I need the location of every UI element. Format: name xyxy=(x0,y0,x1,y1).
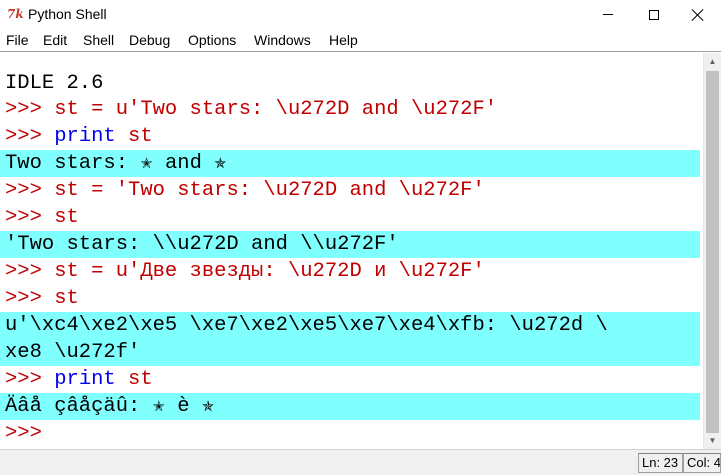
prompt: >>> xyxy=(5,206,55,229)
prompt-line[interactable]: >>> xyxy=(0,420,700,447)
shell-text-area[interactable]: IDLE 2.6 >>> st = u'Two stars: \u272D an… xyxy=(0,53,703,449)
prompt: >>> xyxy=(5,368,55,391)
prompt: >>> xyxy=(5,179,55,202)
output-line: 'Two stars: \\u272D and \\u272F' xyxy=(0,231,700,258)
output-text: Two stars: ✭ and ✯ xyxy=(5,152,227,175)
input-code: st xyxy=(54,206,79,229)
input-line: >>> st = u'Две звезды: \u272D и \u272F' xyxy=(0,258,700,285)
output-text: xe8 \u272f' xyxy=(5,341,141,364)
menu-debug[interactable]: Debug xyxy=(129,32,170,49)
input-code: st xyxy=(115,368,153,391)
banner-text: IDLE 2.6 xyxy=(5,72,104,95)
input-line: >>> print st xyxy=(0,366,700,393)
output-line: u'\xc4\xe2\xe5 \xe7\xe2\xe5\xe7\xe4\xfb:… xyxy=(0,312,700,339)
scroll-down-icon[interactable]: ▼ xyxy=(704,432,721,449)
maximize-button[interactable] xyxy=(631,0,677,29)
scroll-up-icon[interactable]: ▲ xyxy=(704,53,721,70)
prompt: >>> xyxy=(5,125,55,148)
input-code: st = 'Two stars: \u272D and \u272F' xyxy=(54,179,485,202)
input-line: >>> st = 'Two stars: \u272D and \u272F' xyxy=(0,177,700,204)
menu-edit[interactable]: Edit xyxy=(43,32,67,49)
prompt: >>> xyxy=(5,422,42,445)
minimize-button[interactable] xyxy=(585,0,631,29)
output-line: xe8 \u272f' xyxy=(0,339,700,366)
input-code: st xyxy=(54,287,79,310)
close-icon xyxy=(692,9,704,21)
output-text: u'\xc4\xe2\xe5 \xe7\xe2\xe5\xe7\xe4\xfb:… xyxy=(5,314,608,337)
idle-app-icon: 7k xyxy=(7,7,24,21)
menu-options[interactable]: Options xyxy=(188,32,236,49)
input-line: >>> st xyxy=(0,204,700,231)
close-button[interactable] xyxy=(675,0,721,29)
title-bar: 7k Python Shell xyxy=(0,0,721,29)
menu-bar: File Edit Shell Debug Options Windows He… xyxy=(0,29,721,52)
output-line: Äâå çâåçäû: ✭ è ✯ xyxy=(0,393,700,420)
scroll-thumb[interactable] xyxy=(706,71,719,433)
maximize-icon xyxy=(649,9,659,20)
input-line: >>> st = u'Two stars: \u272D and \u272F' xyxy=(0,96,700,123)
column-number-status: Col: 4 xyxy=(683,453,721,473)
minimize-icon xyxy=(603,14,613,15)
prompt: >>> xyxy=(5,260,55,283)
prompt: >>> xyxy=(5,287,55,310)
status-bar: Ln: 23 Col: 4 xyxy=(0,449,721,475)
menu-help[interactable]: Help xyxy=(329,32,358,49)
menu-file[interactable]: File xyxy=(6,32,29,49)
vertical-scrollbar[interactable]: ▲ ▼ xyxy=(703,53,721,449)
print-keyword: print xyxy=(54,125,116,148)
input-code: st = u'Две звезды: \u272D и \u272F' xyxy=(54,260,485,283)
output-line: Two stars: ✭ and ✯ xyxy=(0,150,700,177)
input-code: st xyxy=(115,125,153,148)
banner-line: IDLE 2.6 xyxy=(0,70,700,97)
output-text: Äâå çâåçäû: ✭ è ✯ xyxy=(5,395,215,418)
menu-windows[interactable]: Windows xyxy=(254,32,311,49)
input-line: >>> print st xyxy=(0,123,700,150)
window-title: Python Shell xyxy=(28,6,107,22)
prompt: >>> xyxy=(5,98,55,121)
input-line: >>> st xyxy=(0,285,700,312)
input-code: st = u'Two stars: \u272D and \u272F' xyxy=(54,98,498,121)
menu-shell[interactable]: Shell xyxy=(83,32,114,49)
output-text: 'Two stars: \\u272D and \\u272F' xyxy=(5,233,399,256)
print-keyword: print xyxy=(54,368,116,391)
line-number-status: Ln: 23 xyxy=(638,453,683,473)
